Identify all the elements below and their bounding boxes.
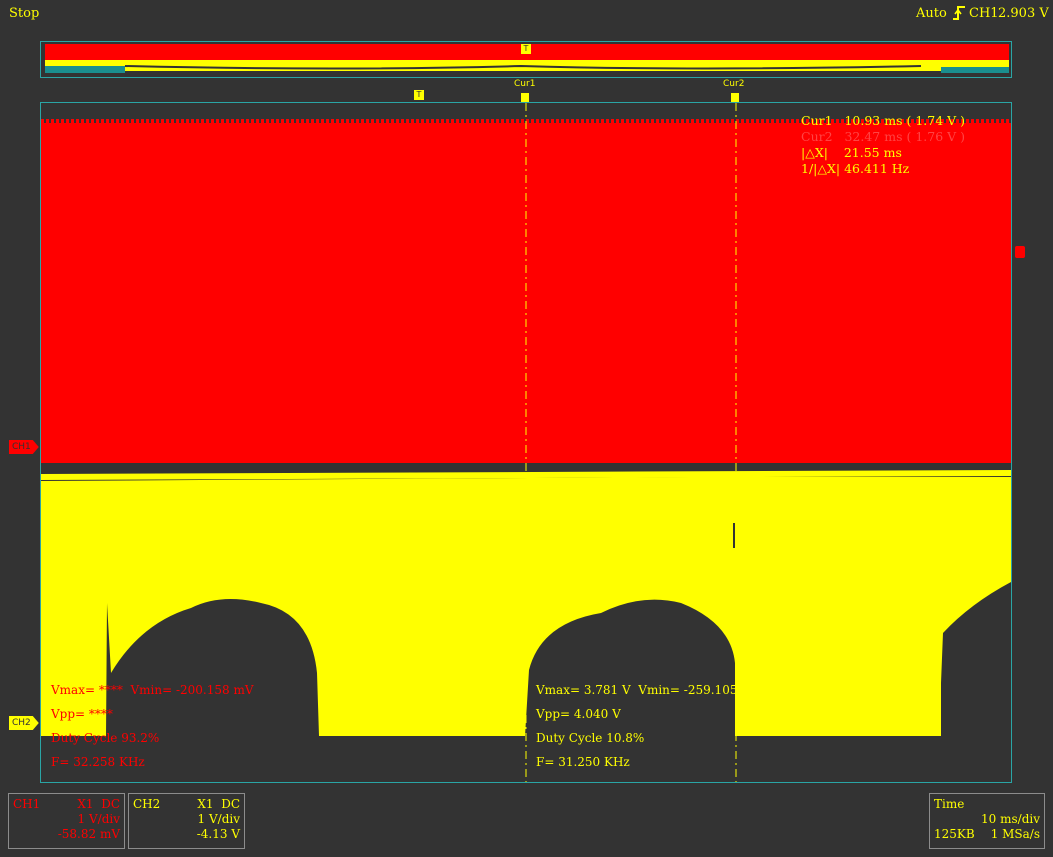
trigger-channel-label[interactable]: CH1 (969, 6, 999, 21)
cursor2-label: Cur2 (723, 79, 745, 89)
cursor2-handle[interactable] (731, 93, 739, 102)
ch1-settings-box[interactable]: CH1 X1 DC 1 V/div -58.82 mV (8, 793, 125, 849)
ch2-vpp: Vpp= 4.040 V (536, 707, 621, 721)
trigger-position-marker[interactable]: T (414, 90, 424, 100)
inverse-delta-x-readout: 1/|△X| 46.411 Hz (801, 161, 910, 176)
timebase-scale: 10 ms/div (981, 812, 1040, 826)
timebase-settings-box[interactable]: Time 10 ms/div 125KB 1 MSa/s (929, 793, 1045, 849)
ch2-vertical-scale: 1 V/div (197, 812, 240, 826)
cursor1-readout: Cur1 10.93 ms ( 1.74 V ) (801, 113, 965, 128)
cursor1-label: Cur1 (514, 79, 536, 89)
delta-x-readout: |△X| 21.55 ms (801, 145, 902, 160)
ch2-probe-coupling: X1 DC (197, 797, 240, 811)
ch1-level-marker[interactable] (1015, 246, 1025, 258)
ch1-vertical-scale: 1 V/div (77, 812, 120, 826)
ch1-settings-name: CH1 (13, 797, 41, 811)
cursor2-readout: Cur2 32.47 ms ( 1.76 V ) (801, 129, 965, 144)
rising-edge-icon (952, 5, 966, 25)
ch2-offset: -4.13 V (196, 827, 240, 841)
ch2-frequency: F= 31.250 KHz (536, 755, 630, 769)
ch2-ground-tag[interactable]: CH2 (9, 716, 39, 730)
ch1-vmax-vmin: Vmax= **** Vmin= -200.158 mV (51, 683, 254, 697)
ch1-offset: -58.82 mV (57, 827, 120, 841)
overview-trigger-marker[interactable]: T (521, 44, 531, 54)
trigger-mode-label[interactable]: Auto (916, 6, 947, 21)
cursor1-handle[interactable] (521, 93, 529, 102)
timebase-label: Time (934, 797, 965, 811)
memory-depth: 125KB (934, 827, 975, 841)
trigger-level-label[interactable]: 2.903 V (998, 6, 1049, 21)
ch2-vmax-vmin: Vmax= 3.781 V Vmin= -259.105 (536, 683, 738, 697)
ch2-settings-name: CH2 (133, 797, 161, 811)
ch1-ground-tag[interactable]: CH1 (9, 440, 39, 454)
ch1-probe-coupling: X1 DC (77, 797, 120, 811)
ch2-settings-box[interactable]: CH2 X1 DC 1 V/div -4.13 V (128, 793, 245, 849)
sample-rate: 1 MSa/s (990, 827, 1040, 841)
run-state-label[interactable]: Stop (9, 6, 39, 21)
ch1-vpp: Vpp= **** (51, 707, 113, 721)
ch1-duty-cycle: Duty Cycle 93.2% (51, 731, 160, 745)
ch1-frequency: F= 32.258 KHz (51, 755, 145, 769)
ch2-duty-cycle: Duty Cycle 10.8% (536, 731, 645, 745)
